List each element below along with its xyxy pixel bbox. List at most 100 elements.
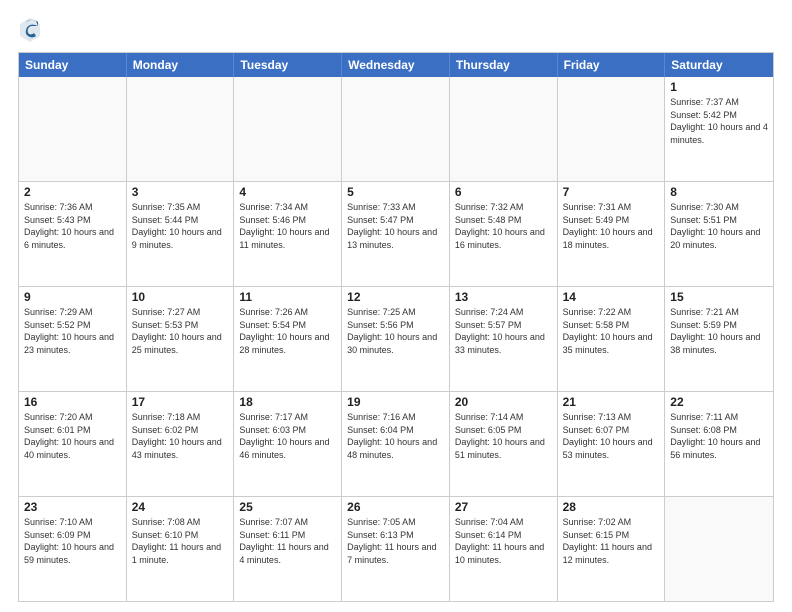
calendar-cell: 2 Sunrise: 7:36 AM Sunset: 5:43 PM Daylig…	[19, 182, 127, 286]
logo-icon	[18, 16, 42, 44]
calendar-header-cell: Sunday	[19, 53, 127, 77]
calendar-cell: 26Sunrise: 7:05 AM Sunset: 6:13 PM Dayli…	[342, 497, 450, 601]
day-number: 6	[455, 185, 552, 199]
day-number: 18	[239, 395, 336, 409]
day-info: Sunrise: 7:16 AM Sunset: 6:04 PM Dayligh…	[347, 411, 444, 461]
day-number: 24	[132, 500, 229, 514]
day-info: Sunrise: 7:14 AM Sunset: 6:05 PM Dayligh…	[455, 411, 552, 461]
calendar-cell	[558, 77, 666, 181]
day-info: Sunrise: 7:35 AM Sunset: 5:44 PM Dayligh…	[132, 201, 229, 251]
calendar-cell	[234, 77, 342, 181]
day-info: Sunrise: 7:34 AM Sunset: 5:46 PM Dayligh…	[239, 201, 336, 251]
day-info: Sunrise: 7:33 AM Sunset: 5:47 PM Dayligh…	[347, 201, 444, 251]
day-info: Sunrise: 7:26 AM Sunset: 5:54 PM Dayligh…	[239, 306, 336, 356]
calendar-cell: 14 Sunrise: 7:22 AM Sunset: 5:58 PM Dayli…	[558, 287, 666, 391]
day-number: 26	[347, 500, 444, 514]
day-number: 8	[670, 185, 768, 199]
calendar-header-cell: Monday	[127, 53, 235, 77]
day-number: 2	[24, 185, 121, 199]
day-number: 3	[132, 185, 229, 199]
calendar-cell: 22 Sunrise: 7:11 AM Sunset: 6:08 PM Dayli…	[665, 392, 773, 496]
day-number: 9	[24, 290, 121, 304]
day-number: 19	[347, 395, 444, 409]
calendar-cell	[450, 77, 558, 181]
calendar-cell	[665, 497, 773, 601]
calendar-week-1: 1 Sunrise: 7:37 AM Sunset: 5:42 PM Daylig…	[19, 77, 773, 181]
calendar-cell: 10 Sunrise: 7:27 AM Sunset: 5:53 PM Dayli…	[127, 287, 235, 391]
calendar-cell: 15 Sunrise: 7:21 AM Sunset: 5:59 PM Dayli…	[665, 287, 773, 391]
calendar-cell: 27 Sunrise: 7:04 AM Sunset: 6:14 PM Dayli…	[450, 497, 558, 601]
calendar-cell: 8 Sunrise: 7:30 AM Sunset: 5:51 PM Daylig…	[665, 182, 773, 286]
day-number: 14	[563, 290, 660, 304]
day-number: 17	[132, 395, 229, 409]
calendar-body: 1 Sunrise: 7:37 AM Sunset: 5:42 PM Daylig…	[19, 77, 773, 601]
calendar-cell: 6 Sunrise: 7:32 AM Sunset: 5:48 PM Daylig…	[450, 182, 558, 286]
day-info: Sunrise: 7:22 AM Sunset: 5:58 PM Dayligh…	[563, 306, 660, 356]
day-number: 4	[239, 185, 336, 199]
day-info: Sunrise: 7:27 AM Sunset: 5:53 PM Dayligh…	[132, 306, 229, 356]
day-info: Sunrise: 7:29 AM Sunset: 5:52 PM Dayligh…	[24, 306, 121, 356]
day-number: 1	[670, 80, 768, 94]
calendar-cell: 1 Sunrise: 7:37 AM Sunset: 5:42 PM Daylig…	[665, 77, 773, 181]
calendar-cell: 28 Sunrise: 7:02 AM Sunset: 6:15 PM Dayli…	[558, 497, 666, 601]
calendar-header-cell: Tuesday	[234, 53, 342, 77]
calendar-week-3: 9 Sunrise: 7:29 AM Sunset: 5:52 PM Daylig…	[19, 286, 773, 391]
calendar-header: SundayMondayTuesdayWednesdayThursdayFrid…	[19, 53, 773, 77]
calendar-cell: 16 Sunrise: 7:20 AM Sunset: 6:01 PM Dayli…	[19, 392, 127, 496]
day-info: Sunrise: 7:20 AM Sunset: 6:01 PM Dayligh…	[24, 411, 121, 461]
header	[18, 16, 774, 44]
day-info: Sunrise: 7:18 AM Sunset: 6:02 PM Dayligh…	[132, 411, 229, 461]
day-info: Sunrise: 7:13 AM Sunset: 6:07 PM Dayligh…	[563, 411, 660, 461]
calendar-header-cell: Wednesday	[342, 53, 450, 77]
day-number: 28	[563, 500, 660, 514]
calendar-cell: 18Sunrise: 7:17 AM Sunset: 6:03 PM Dayli…	[234, 392, 342, 496]
calendar-cell: 23 Sunrise: 7:10 AM Sunset: 6:09 PM Dayli…	[19, 497, 127, 601]
calendar-cell: 13 Sunrise: 7:24 AM Sunset: 5:57 PM Dayli…	[450, 287, 558, 391]
calendar-cell: 17 Sunrise: 7:18 AM Sunset: 6:02 PM Dayli…	[127, 392, 235, 496]
day-number: 10	[132, 290, 229, 304]
logo	[18, 16, 46, 44]
calendar-week-2: 2 Sunrise: 7:36 AM Sunset: 5:43 PM Daylig…	[19, 181, 773, 286]
calendar-cell: 20 Sunrise: 7:14 AM Sunset: 6:05 PM Dayli…	[450, 392, 558, 496]
day-number: 7	[563, 185, 660, 199]
calendar: SundayMondayTuesdayWednesdayThursdayFrid…	[18, 52, 774, 602]
calendar-page: SundayMondayTuesdayWednesdayThursdayFrid…	[0, 0, 792, 612]
calendar-cell: 3 Sunrise: 7:35 AM Sunset: 5:44 PM Daylig…	[127, 182, 235, 286]
calendar-cell: 5Sunrise: 7:33 AM Sunset: 5:47 PM Daylig…	[342, 182, 450, 286]
day-number: 22	[670, 395, 768, 409]
calendar-cell: 7 Sunrise: 7:31 AM Sunset: 5:49 PM Daylig…	[558, 182, 666, 286]
calendar-week-5: 23 Sunrise: 7:10 AM Sunset: 6:09 PM Dayli…	[19, 496, 773, 601]
day-number: 27	[455, 500, 552, 514]
day-info: Sunrise: 7:37 AM Sunset: 5:42 PM Dayligh…	[670, 96, 768, 146]
calendar-cell: 12Sunrise: 7:25 AM Sunset: 5:56 PM Dayli…	[342, 287, 450, 391]
calendar-cell	[127, 77, 235, 181]
day-info: Sunrise: 7:21 AM Sunset: 5:59 PM Dayligh…	[670, 306, 768, 356]
day-info: Sunrise: 7:32 AM Sunset: 5:48 PM Dayligh…	[455, 201, 552, 251]
calendar-cell: 19 Sunrise: 7:16 AM Sunset: 6:04 PM Dayli…	[342, 392, 450, 496]
day-number: 13	[455, 290, 552, 304]
calendar-cell: 11 Sunrise: 7:26 AM Sunset: 5:54 PM Dayli…	[234, 287, 342, 391]
day-info: Sunrise: 7:24 AM Sunset: 5:57 PM Dayligh…	[455, 306, 552, 356]
day-info: Sunrise: 7:25 AM Sunset: 5:56 PM Dayligh…	[347, 306, 444, 356]
day-info: Sunrise: 7:11 AM Sunset: 6:08 PM Dayligh…	[670, 411, 768, 461]
day-number: 20	[455, 395, 552, 409]
day-info: Sunrise: 7:36 AM Sunset: 5:43 PM Dayligh…	[24, 201, 121, 251]
day-number: 11	[239, 290, 336, 304]
day-info: Sunrise: 7:30 AM Sunset: 5:51 PM Dayligh…	[670, 201, 768, 251]
calendar-week-4: 16 Sunrise: 7:20 AM Sunset: 6:01 PM Dayli…	[19, 391, 773, 496]
day-info: Sunrise: 7:10 AM Sunset: 6:09 PM Dayligh…	[24, 516, 121, 566]
day-info: Sunrise: 7:04 AM Sunset: 6:14 PM Dayligh…	[455, 516, 552, 566]
calendar-cell: 9 Sunrise: 7:29 AM Sunset: 5:52 PM Daylig…	[19, 287, 127, 391]
day-number: 15	[670, 290, 768, 304]
day-number: 25	[239, 500, 336, 514]
day-info: Sunrise: 7:02 AM Sunset: 6:15 PM Dayligh…	[563, 516, 660, 566]
calendar-cell	[19, 77, 127, 181]
day-info: Sunrise: 7:07 AM Sunset: 6:11 PM Dayligh…	[239, 516, 336, 566]
day-info: Sunrise: 7:31 AM Sunset: 5:49 PM Dayligh…	[563, 201, 660, 251]
calendar-cell: 21Sunrise: 7:13 AM Sunset: 6:07 PM Dayli…	[558, 392, 666, 496]
day-number: 16	[24, 395, 121, 409]
day-number: 23	[24, 500, 121, 514]
calendar-cell: 24Sunrise: 7:08 AM Sunset: 6:10 PM Dayli…	[127, 497, 235, 601]
calendar-cell: 4 Sunrise: 7:34 AM Sunset: 5:46 PM Daylig…	[234, 182, 342, 286]
calendar-header-cell: Thursday	[450, 53, 558, 77]
